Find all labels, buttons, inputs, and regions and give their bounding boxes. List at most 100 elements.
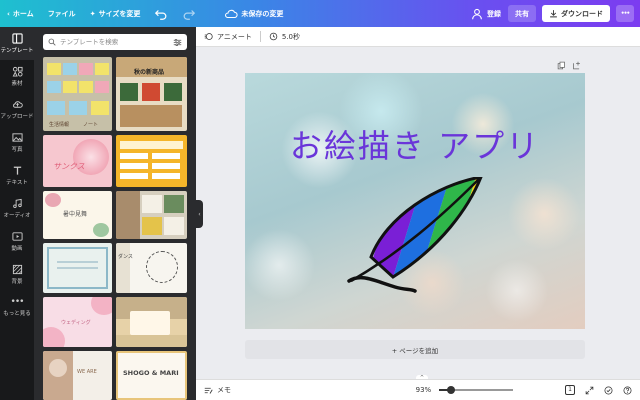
search-icon <box>48 38 56 46</box>
zoom-slider[interactable] <box>439 386 514 394</box>
rail-item-video[interactable]: 動画 <box>0 225 34 258</box>
rail-label: 写真 <box>11 147 23 153</box>
template-thumbnail[interactable] <box>116 191 187 239</box>
template-thumbnail[interactable]: WE ARE <box>43 351 112 400</box>
template-thumbnail[interactable]: ダンス <box>116 243 187 293</box>
canvas-title[interactable]: お絵描き アプリ <box>245 121 585 167</box>
background-icon <box>12 264 22 275</box>
check-icon[interactable] <box>604 386 613 395</box>
rail-item-upload[interactable]: アップロード <box>0 93 34 126</box>
design-canvas[interactable]: お絵描き アプリ <box>245 73 585 329</box>
rail-item-elements[interactable]: 素材 <box>0 60 34 93</box>
add-page-button[interactable]: + ページを追加 <box>245 340 585 359</box>
download-icon <box>550 10 557 18</box>
side-rail: テンプレート 素材 アップロード 写真 テキスト オーディオ 動画 背景 •••… <box>0 27 34 400</box>
download-label: ダウンロード <box>561 9 603 18</box>
template-thumbnail[interactable] <box>116 297 187 347</box>
rail-item-audio[interactable]: オーディオ <box>0 192 34 225</box>
home-label: ホーム <box>12 9 34 18</box>
add-page-icon[interactable] <box>572 61 581 70</box>
template-search[interactable] <box>43 34 187 50</box>
help-icon[interactable] <box>623 386 632 395</box>
zoom-value[interactable]: 93% <box>416 386 432 394</box>
rail-item-more[interactable]: ••• もっと見る <box>0 291 34 324</box>
rail-label: 素材 <box>11 81 23 87</box>
rail-label: もっと見る <box>3 311 31 317</box>
filter-icon[interactable] <box>173 38 182 47</box>
rail-item-templates[interactable]: テンプレート <box>0 27 34 60</box>
canvas-tools <box>557 61 581 70</box>
clock-icon <box>269 32 278 41</box>
redo-button[interactable] <box>175 0 203 27</box>
sparkle-icon: ✦ <box>89 9 96 18</box>
save-status-label: 未保存の変更 <box>241 9 284 18</box>
share-button[interactable]: 共有 <box>508 5 536 22</box>
file-label: ファイル <box>47 9 76 18</box>
text-icon <box>13 166 21 175</box>
page-count-label: 1 <box>568 386 572 393</box>
template-search-input[interactable] <box>60 38 169 46</box>
editor-toolbar: アニメート 5.0秒 <box>196 27 640 47</box>
add-page-label: + ページを追加 <box>391 346 439 355</box>
template-thumbnail[interactable]: SHOGO & MARI <box>116 351 187 400</box>
undo-button[interactable] <box>147 0 175 27</box>
save-status: 未保存の変更 <box>217 0 290 27</box>
rail-label: アップロード <box>0 114 34 120</box>
template-thumbnail[interactable]: 暑中見舞 <box>43 191 112 239</box>
template-thumbnail[interactable] <box>43 243 112 293</box>
chevron-left-icon: ‹ <box>198 210 201 218</box>
fullscreen-icon[interactable] <box>585 386 594 395</box>
elements-icon <box>12 66 23 77</box>
download-button[interactable]: ダウンロード <box>542 5 610 22</box>
audio-icon <box>12 198 22 208</box>
resize-button[interactable]: ✦ サイズを変更 <box>83 0 148 27</box>
user-icon <box>472 8 482 19</box>
cloud-icon <box>225 9 238 18</box>
page-count-button[interactable]: 1 <box>565 385 575 395</box>
video-icon <box>11 232 23 241</box>
template-thumbnail[interactable]: 秋の新商品 <box>116 57 187 131</box>
signup-button[interactable]: 登録 <box>463 0 508 27</box>
more-options-button[interactable]: ••• <box>616 5 634 22</box>
duplicate-page-icon[interactable] <box>557 61 566 70</box>
template-icon <box>11 33 23 44</box>
template-thumbnail[interactable]: 生活情報 ノート <box>43 57 112 131</box>
zoom-slider-knob[interactable] <box>447 386 455 394</box>
template-text: WE ARE <box>77 369 97 375</box>
rail-label: 動画 <box>11 246 23 252</box>
template-text: ノート <box>83 122 99 128</box>
home-button[interactable]: ‹ ホーム <box>0 0 41 27</box>
template-text: サンクス <box>53 162 85 171</box>
template-text: 秋の新商品 <box>134 69 165 76</box>
template-thumbnail[interactable] <box>116 135 187 187</box>
rail-item-text[interactable]: テキスト <box>0 159 34 192</box>
resize-label: サイズを変更 <box>98 9 141 18</box>
redo-icon <box>184 9 196 20</box>
bottom-bar: メモ 93% 1 <box>196 379 640 400</box>
template-thumbnail[interactable]: ウェディング <box>43 297 112 347</box>
rail-label: テンプレート <box>0 48 34 54</box>
photo-icon <box>11 133 23 142</box>
panel-collapse-handle[interactable]: ‹ <box>196 200 203 228</box>
rainbow-feather-icon[interactable] <box>341 177 491 307</box>
file-menu[interactable]: ファイル <box>41 0 83 27</box>
rail-item-photos[interactable]: 写真 <box>0 126 34 159</box>
template-text: ウェディング <box>61 320 91 326</box>
template-text: 暑中見舞 <box>63 211 88 218</box>
template-text: SHOGO & MARI <box>123 369 179 377</box>
upload-icon <box>12 101 23 108</box>
animate-button[interactable]: アニメート <box>217 32 252 42</box>
duration-button[interactable]: 5.0秒 <box>282 32 300 42</box>
template-text: 生活情報 <box>49 122 70 128</box>
rail-label: テキスト <box>6 180 28 186</box>
chevron-left-icon: ‹ <box>7 9 10 18</box>
rail-item-background[interactable]: 背景 <box>0 258 34 291</box>
animate-icon <box>204 33 213 40</box>
share-label: 共有 <box>515 9 529 18</box>
template-thumbnail[interactable]: サンクス <box>43 135 112 187</box>
more-icon: ••• <box>10 297 25 307</box>
notes-button[interactable]: メモ <box>217 385 231 395</box>
template-panel: 生活情報 ノート 秋の新商品 サンクス 暑中見舞 <box>34 27 196 400</box>
signup-label: 登録 <box>487 9 501 18</box>
notes-icon <box>204 387 213 394</box>
